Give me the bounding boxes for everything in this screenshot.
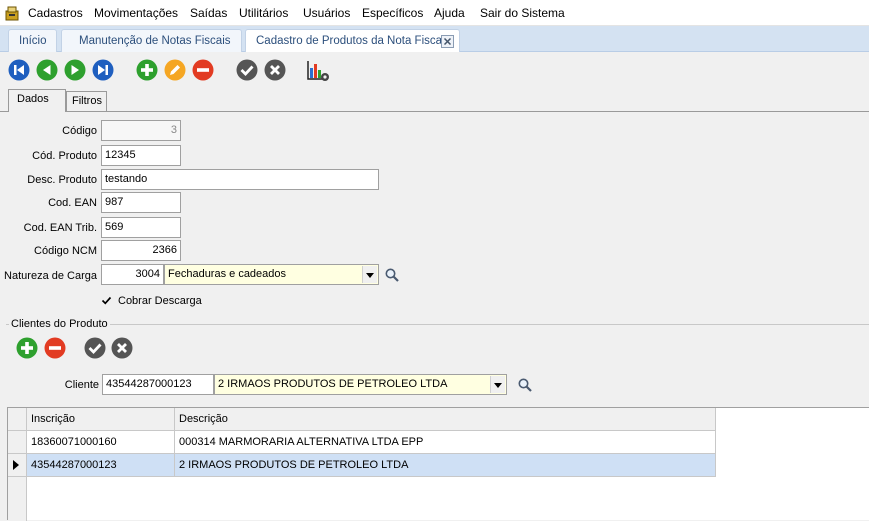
close-tab-icon[interactable] [441,35,454,48]
delete-button[interactable] [192,59,214,81]
cliente-label: Cliente [64,379,99,391]
menu-ajuda[interactable]: Ajuda [434,6,465,20]
cancel-cliente-button[interactable] [111,337,133,359]
cobrar-descarga-label: Cobrar Descarga [118,295,202,307]
checkmark-icon [101,296,112,305]
confirm-icon [236,59,258,81]
chevron-down-icon[interactable] [362,266,377,283]
tab-label: Dados [17,93,49,105]
row-indicator[interactable] [8,454,27,477]
delete-cliente-button[interactable] [44,337,66,359]
clientes-group-border [6,324,869,325]
cancel-icon [264,59,286,81]
cliente-selected-value: 2 IRMAOS PRODUTOS DE PETROLEO LTDA [218,378,448,390]
add-icon [16,337,38,359]
row-indicator[interactable] [8,431,27,454]
report-settings-button[interactable] [306,59,330,83]
codigo-label: Código [62,125,97,137]
edit-button[interactable] [164,59,186,81]
column-header-descricao[interactable]: Descrição [175,408,716,431]
report-settings-icon [307,61,329,81]
tab-label: Início [19,35,47,47]
cancel-icon [111,337,133,359]
cancel-button[interactable] [264,59,286,81]
cod-produto-field[interactable]: 12345 [101,145,181,166]
current-row-arrow-icon [13,460,19,470]
add-icon [136,59,158,81]
tab-dados[interactable]: Dados [8,89,66,112]
tab-cadastro-produtos-nota-fiscal[interactable]: Cadastro de Produtos da Nota Fiscal [245,29,460,52]
last-record-icon [92,59,114,81]
clientes-group-title: Clientes do Produto [9,318,110,330]
delete-icon [192,59,214,81]
menu-bar: Cadastros Movimentações Saídas Utilitári… [0,0,869,26]
natureza-carga-label: Natureza de Carga [4,270,97,282]
tab-inicio[interactable]: Início [8,29,57,52]
codigo-ncm-field[interactable]: 2366 [101,240,181,261]
cliente-code-field[interactable]: 43544287000123 [102,374,214,395]
table-row-descricao[interactable]: 000314 MARMORARIA ALTERNATIVA LTDA EPP [175,431,716,454]
next-record-button[interactable] [64,59,86,81]
chevron-down-icon[interactable] [490,376,505,393]
table-row-descricao[interactable]: 2 IRMAOS PRODUTOS DE PETROLEO LTDA [175,454,716,477]
codigo-field[interactable]: 3 [101,120,181,141]
document-tabs: Início Manutenção de Notas Fiscais Cadas… [0,26,869,52]
cobrar-descarga-checkbox[interactable] [101,295,112,306]
grid-indicator-header [8,408,27,431]
next-record-icon [64,59,86,81]
edit-icon [164,59,186,81]
column-header-inscricao[interactable]: Inscrição [27,408,175,431]
cod-produto-label: Cód. Produto [32,150,97,162]
confirm-cliente-button[interactable] [84,337,106,359]
search-icon[interactable] [384,267,400,283]
cod-ean-trib-field[interactable]: 569 [101,217,181,238]
menu-utilitarios[interactable]: Utilitários [239,6,288,20]
desc-produto-label: Desc. Produto [27,174,97,186]
tab-panel-border [0,111,869,112]
tab-filtros[interactable]: Filtros [66,91,107,111]
clientes-grid: Inscrição Descrição 18360071000160 00031… [7,407,869,521]
menu-movimentacoes[interactable]: Movimentações [94,6,178,20]
grid-indicator-column [8,477,27,521]
tab-label: Cadastro de Produtos da Nota Fiscal [256,35,445,47]
confirm-icon [84,337,106,359]
first-record-icon [8,59,30,81]
menu-especificos[interactable]: Específicos [362,6,423,20]
first-record-button[interactable] [8,59,30,81]
desc-produto-field[interactable]: testando [101,169,379,190]
previous-record-button[interactable] [36,59,58,81]
last-record-button[interactable] [92,59,114,81]
tab-label: Manutenção de Notas Fiscais [79,35,231,47]
app-logo-icon [5,6,19,21]
menu-usuarios[interactable]: Usuários [303,6,350,20]
natureza-carga-code-field[interactable]: 3004 [101,264,164,285]
cliente-select[interactable]: 2 IRMAOS PRODUTOS DE PETROLEO LTDA [214,374,507,395]
cod-ean-field[interactable]: 987 [101,192,181,213]
natureza-carga-selected-value: Fechaduras e cadeados [168,268,287,280]
cod-ean-trib-label: Cod. EAN Trib. [23,222,97,234]
menu-sair-do-sistema[interactable]: Sair do Sistema [480,6,565,20]
tab-label: Filtros [72,95,102,107]
natureza-carga-select[interactable]: Fechaduras e cadeados [164,264,379,285]
search-icon[interactable] [517,377,533,393]
add-cliente-button[interactable] [16,337,38,359]
confirm-button[interactable] [236,59,258,81]
delete-icon [44,337,66,359]
codigo-ncm-label: Código NCM [34,245,97,257]
add-button[interactable] [136,59,158,81]
tab-manutencao-notas-fiscais[interactable]: Manutenção de Notas Fiscais [61,29,242,52]
cod-ean-label: Cod. EAN [48,197,97,209]
previous-record-icon [36,59,58,81]
menu-saidas[interactable]: Saídas [190,6,227,20]
table-row-inscricao[interactable]: 18360071000160 [27,431,175,454]
table-row-inscricao[interactable]: 43544287000123 [27,454,175,477]
menu-cadastros[interactable]: Cadastros [28,6,83,20]
